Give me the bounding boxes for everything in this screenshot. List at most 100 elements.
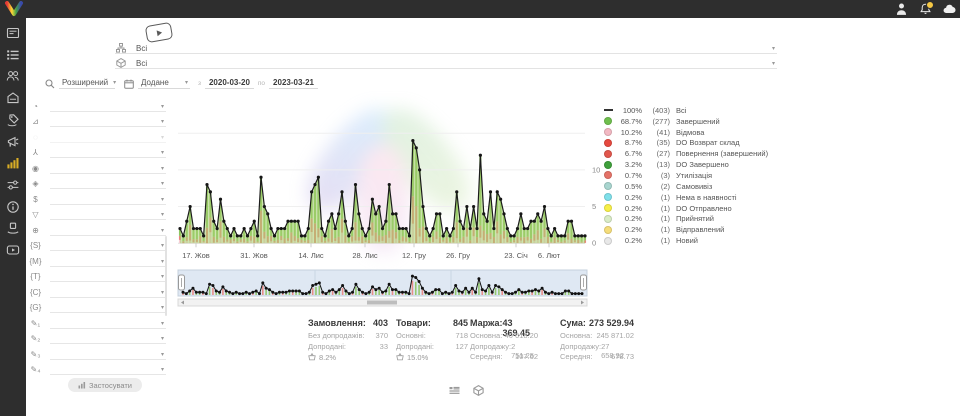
cloud-icon[interactable] <box>943 2 956 16</box>
legend-item[interactable]: 10.2%(41)Відмова <box>604 127 768 138</box>
chevron-down-icon: ▾ <box>159 321 166 328</box>
filter-select[interactable]: ▾ <box>50 161 166 174</box>
legend-item[interactable]: 0.2%(1)Відправлений <box>604 224 768 235</box>
filter-select[interactable]: ▾ <box>50 114 166 127</box>
filter-select[interactable]: ▾ <box>50 238 166 251</box>
filter-select[interactable]: ▾ <box>50 300 166 313</box>
filter-select[interactable]: ▾ <box>50 362 166 375</box>
filter-select-row[interactable]: $▾ <box>28 189 166 205</box>
bell-icon[interactable] <box>919 2 932 16</box>
date-from-input[interactable]: 2020-03-20 <box>205 78 254 89</box>
stat-sub-value: 127 <box>455 342 468 353</box>
nav-info-icon[interactable] <box>0 198 26 216</box>
nav-handbox-icon[interactable] <box>0 219 26 237</box>
svg-text:0: 0 <box>592 239 596 248</box>
filter-select-row[interactable]: ◉▾ <box>28 158 166 174</box>
filter-select-row[interactable]: {C}▾ <box>28 282 166 298</box>
nav-store-icon[interactable] <box>0 89 26 107</box>
legend-item[interactable]: 0.2%(1)Прийнятий <box>604 213 768 224</box>
nav-sales-tag-icon[interactable] <box>0 111 26 129</box>
filter-select-row[interactable]: {G}▾ <box>28 298 166 314</box>
main-chart[interactable]: 051017. Жов31. Жов14. Лис28. Лис12. Гру2… <box>175 96 605 266</box>
cube-view-icon[interactable] <box>473 383 484 401</box>
legend-item[interactable]: 6.7%(27)Повернення (завершений) <box>604 148 768 159</box>
product-filter-value: Всі <box>136 59 770 68</box>
filter-select-row[interactable]: ⊿▾ <box>28 112 166 128</box>
h-scrollbar-thumb[interactable] <box>367 301 397 305</box>
status-filter-select[interactable]: Всі ▾ <box>115 41 777 54</box>
filter-select-row[interactable]: ✎₂▾ <box>28 329 166 345</box>
nav-announce-icon[interactable] <box>0 133 26 151</box>
filter-select-row[interactable]: ◈▾ <box>28 174 166 190</box>
stat-sub-value: 2 751.25 <box>511 342 538 353</box>
filter-select-row[interactable]: ⅄▾ <box>28 143 166 159</box>
product-filter-select[interactable]: Всі ▾ <box>115 56 777 69</box>
chevron-down-icon: ▾ <box>159 352 166 359</box>
nav-orders-list-icon[interactable] <box>0 46 26 64</box>
user-icon[interactable] <box>895 2 908 16</box>
filter-select[interactable]: ▾ <box>50 316 166 329</box>
analytics-dashboard: Всі ▾ Всі ▾ Розширений ▾ Додане ▾ з 2020… <box>0 0 960 416</box>
filter-select-row[interactable]: {T}▾ <box>28 267 166 283</box>
filter-select[interactable]: ▾ <box>50 99 166 112</box>
nav-video-icon[interactable] <box>0 241 26 259</box>
filter-select[interactable]: ▾ <box>50 192 166 205</box>
filter-select[interactable]: ▾ <box>50 331 166 344</box>
filter-select-row[interactable]: ◔▾ <box>28 96 166 112</box>
panel-scrollbar[interactable] <box>165 236 167 316</box>
app-logo-icon[interactable] <box>4 1 24 17</box>
chevron-down-icon: ▾ <box>770 46 777 53</box>
date-to-input[interactable]: 2023-03-21 <box>269 78 318 89</box>
legend-item[interactable]: 0.2%(1)DO Отправлено <box>604 203 768 214</box>
nav-handle-right[interactable] <box>581 275 587 290</box>
nav-customers-icon[interactable] <box>0 67 26 85</box>
legend-item[interactable]: 0.2%(1)Нема в наявності <box>604 192 768 203</box>
video-badge-icon[interactable] <box>145 22 174 43</box>
apply-button[interactable]: Застосувати <box>68 378 142 392</box>
svg-text:5: 5 <box>592 202 596 211</box>
basket-percent: 15.0% <box>407 353 428 362</box>
legend-item[interactable]: 100%(403)Всі <box>604 105 768 116</box>
filter-select-row[interactable]: ✎₃▾ <box>28 344 166 360</box>
planet-icon: ◔ <box>28 102 43 112</box>
filter-select-row[interactable]: {S}▾ <box>28 236 166 252</box>
legend-item[interactable]: 68.7%(277)Завершений <box>604 116 768 127</box>
legend-percent: 8.7% <box>616 138 642 147</box>
top-bar <box>0 0 960 18</box>
legend-item[interactable]: 0.2%(1)Новий <box>604 235 768 246</box>
nav-sliders-icon[interactable] <box>0 176 26 194</box>
nav-analytics-icon[interactable] <box>0 154 26 172</box>
filter-select-row[interactable]: ◌▾ <box>28 127 166 143</box>
nav-dashboard-icon[interactable] <box>0 24 26 42</box>
chart-navigator[interactable] <box>175 268 605 312</box>
legend-dot-marker <box>604 215 612 223</box>
stat-value: 273 529.94 <box>589 318 634 328</box>
filter-select[interactable]: ▾ <box>50 254 166 267</box>
legend-item[interactable]: 3.2%(13)DO Завершено <box>604 159 768 170</box>
date-field-select[interactable]: Додане ▾ <box>138 78 190 89</box>
filter-select-row[interactable]: ✎₄▾ <box>28 360 166 376</box>
legend-item[interactable]: 8.7%(35)DO Возврат склад <box>604 138 768 149</box>
legend-label: Самовивіз <box>676 182 712 191</box>
list-view-icon[interactable] <box>449 383 460 401</box>
filter-select[interactable]: ▾ <box>50 145 166 158</box>
search-icon[interactable] <box>44 78 55 89</box>
filter-select[interactable]: ▾ <box>50 285 166 298</box>
filter-select[interactable]: ▾ <box>50 130 166 143</box>
filter-select[interactable]: ▾ <box>50 269 166 282</box>
filter-select-row[interactable]: ▽▾ <box>28 205 166 221</box>
legend-item[interactable]: 0.7%(3)Утилізація <box>604 170 768 181</box>
filter-select[interactable]: ▾ <box>50 223 166 236</box>
stat-value: 845 <box>453 318 468 328</box>
chevron-down-icon: ▾ <box>770 61 777 68</box>
filter-select-row[interactable]: {M}▾ <box>28 251 166 267</box>
filter-select-row[interactable]: ✎₁▾ <box>28 313 166 329</box>
search-mode-select[interactable]: Розширений ▾ <box>59 78 115 89</box>
filter-select-row[interactable]: ⊕▾ <box>28 220 166 236</box>
filter-select[interactable]: ▾ <box>50 347 166 360</box>
apply-button-label: Застосувати <box>89 381 132 390</box>
filter-select[interactable]: ▾ <box>50 207 166 220</box>
nav-handle-left[interactable] <box>179 275 185 290</box>
legend-item[interactable]: 0.5%(2)Самовивіз <box>604 181 768 192</box>
filter-select[interactable]: ▾ <box>50 176 166 189</box>
